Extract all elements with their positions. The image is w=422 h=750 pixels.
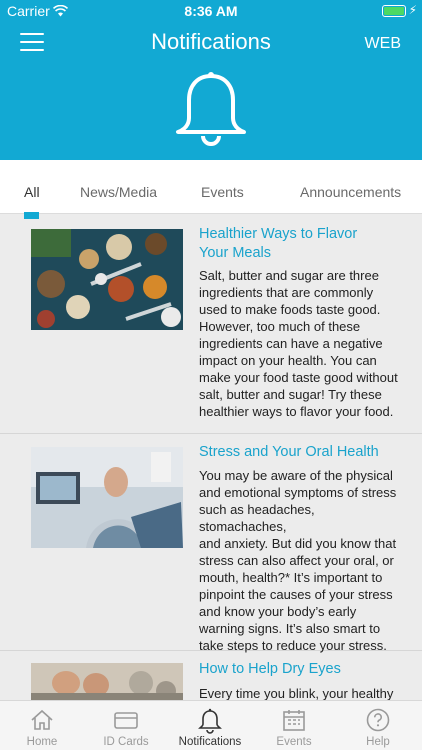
calendar-icon bbox=[282, 708, 306, 735]
charging-icon: ⚡ bbox=[408, 3, 417, 17]
spices-photo bbox=[31, 229, 183, 330]
help-icon bbox=[366, 708, 390, 735]
article-title[interactable]: Stress and Your Oral Health bbox=[199, 443, 399, 462]
id-card-icon bbox=[114, 708, 138, 735]
battery-icon bbox=[382, 5, 406, 17]
app-header: Carrier 8:36 AM ⚡ Notifications WEB bbox=[0, 0, 422, 160]
couple-photo bbox=[31, 663, 183, 700]
nav-home[interactable]: Home bbox=[0, 701, 84, 750]
bottom-tab-bar: Home ID Cards Notifications Events Help bbox=[0, 700, 422, 750]
tab-news-media[interactable]: News/Media bbox=[80, 184, 157, 200]
tab-announcements[interactable]: Announcements bbox=[300, 184, 401, 200]
nav-help[interactable]: Help bbox=[336, 701, 420, 750]
status-bar: Carrier 8:36 AM ⚡ bbox=[0, 0, 422, 22]
article-title[interactable]: Healthier Ways to Flavor Your Meals bbox=[199, 225, 399, 263]
list-item[interactable]: Healthier Ways to Flavor Your Meals Salt,… bbox=[0, 219, 422, 434]
status-time: 8:36 AM bbox=[184, 3, 238, 19]
web-button[interactable]: WEB bbox=[365, 35, 401, 53]
nav-notifications[interactable]: Notifications bbox=[168, 701, 252, 750]
tab-events[interactable]: Events bbox=[201, 184, 244, 200]
article-summary: Salt, butter and sugar are three ingredi… bbox=[199, 268, 398, 419]
nav-events[interactable]: Events bbox=[252, 701, 336, 750]
bell-icon bbox=[170, 70, 252, 157]
article-summary: Every time you blink, your healthy bbox=[199, 686, 394, 700]
filter-tabs: All News/Media Events Announcements bbox=[0, 160, 422, 214]
bell-icon bbox=[198, 708, 222, 737]
list-item[interactable]: Stress and Your Oral Health You may be a… bbox=[0, 434, 422, 653]
active-tab-indicator bbox=[24, 212, 39, 219]
home-icon bbox=[30, 708, 54, 735]
tab-all[interactable]: All bbox=[24, 184, 40, 200]
page-title: Notifications bbox=[151, 29, 271, 54]
dental-patient-photo bbox=[31, 447, 183, 548]
article-summary: You may be aware of the physical and emo… bbox=[199, 468, 397, 653]
article-title[interactable]: How to Help Dry Eyes bbox=[199, 660, 399, 679]
nav-id-cards[interactable]: ID Cards bbox=[84, 701, 168, 750]
list-item[interactable]: How to Help Dry Eyes Every time you blin… bbox=[0, 651, 422, 700]
